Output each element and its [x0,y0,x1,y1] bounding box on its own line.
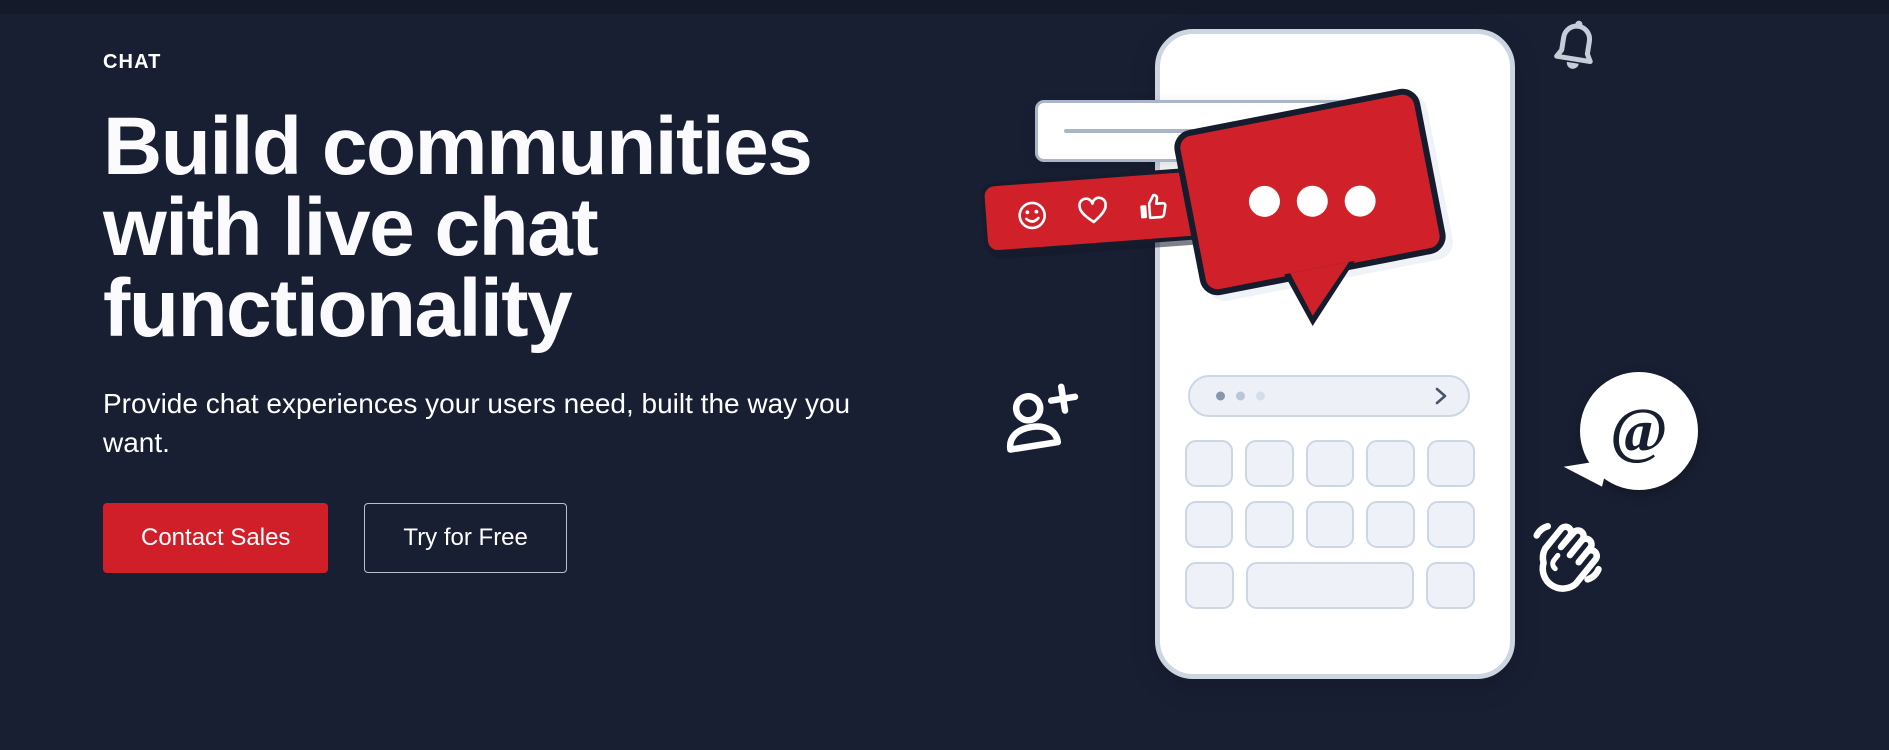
try-for-free-button[interactable]: Try for Free [364,503,567,574]
at-symbol-icon: @ [1610,397,1668,465]
input-dot [1216,391,1225,401]
heart-icon[interactable] [1075,193,1111,229]
page-title: Build communities with live chat functio… [103,101,813,355]
eyebrow-label: CHAT [103,51,162,73]
hero-subheading: Provide chat experiences your users need… [103,387,851,459]
hero-copy-column: CHAT Build communities with live chat fu… [103,51,923,574]
bubble-tail [1561,449,1609,487]
on-screen-keyboard[interactable] [1185,440,1476,623]
input-placeholder-dots [1216,391,1265,401]
keyboard-key[interactable] [1366,501,1415,548]
chevron-right-icon[interactable] [1432,387,1450,405]
chat-hero-section: CHAT Build communities with live chat fu… [0,0,1889,750]
keyboard-key[interactable] [1185,501,1234,548]
keyboard-key[interactable] [1426,501,1476,548]
keyboard-key[interactable] [1366,440,1415,487]
keyboard-key[interactable] [1185,562,1234,609]
at-mention-bubble: @ [1561,372,1698,490]
keyboard-key[interactable] [1245,440,1294,487]
keyboard-key[interactable] [1305,501,1355,548]
thumbs-up-icon[interactable] [1135,188,1171,224]
keyboard-key[interactable] [1426,440,1476,487]
typing-dot [1245,182,1283,220]
input-dot [1256,391,1265,401]
contact-sales-button[interactable]: Contact Sales [103,503,329,574]
bell-icon [1542,14,1607,84]
keyboard-row [1185,440,1476,487]
chat-illustration: @ [979,0,1889,750]
keyboard-spacebar[interactable] [1246,562,1414,609]
keyboard-key[interactable] [1305,440,1355,487]
add-person-icon [995,376,1093,474]
keyboard-key[interactable] [1245,501,1294,548]
cta-button-row: Contact Sales Try for Free [103,503,923,574]
message-input-bar[interactable] [1188,375,1470,417]
typing-dot [1341,182,1378,219]
keyboard-row [1185,501,1476,548]
clapping-hands-icon [1520,505,1621,606]
keyboard-row [1185,562,1475,609]
input-dot [1236,391,1245,401]
keyboard-key[interactable] [1185,440,1234,487]
smiley-icon[interactable] [1014,197,1050,233]
typing-dot [1293,182,1330,220]
keyboard-key[interactable] [1426,562,1475,609]
